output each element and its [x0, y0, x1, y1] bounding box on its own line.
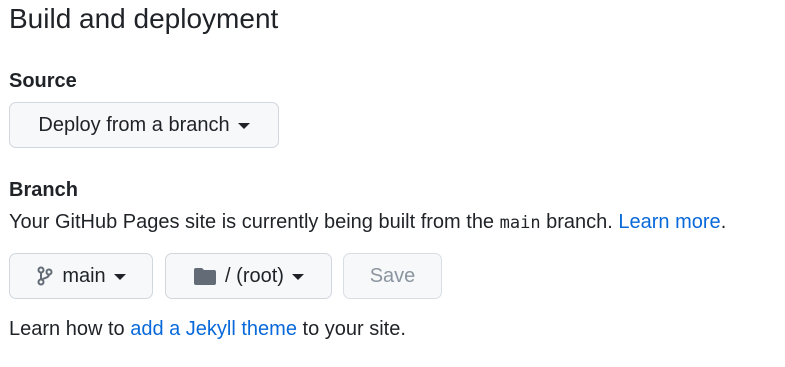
branch-label: Branch: [9, 179, 78, 201]
selected-folder-label: / (root): [225, 265, 284, 287]
branch-select-button[interactable]: main: [9, 253, 153, 299]
caret-down-icon: [237, 123, 250, 129]
source-label: Source: [9, 70, 77, 92]
git-branch-icon: [36, 266, 54, 286]
footer-suffix: to your site.: [296, 318, 406, 340]
folder-icon: [193, 266, 217, 286]
branch-code-name: main: [499, 213, 541, 233]
footer-text: Learn how to add a Jekyll theme to your …: [9, 318, 406, 340]
branch-description-period: .: [720, 211, 727, 233]
caret-down-icon: [113, 274, 126, 280]
footer-prefix: Learn how to: [9, 318, 131, 340]
branch-description: Your GitHub Pages site is currently bein…: [9, 211, 726, 234]
section-title: Build and deployment: [9, 3, 279, 34]
folder-select-button[interactable]: / (root): [165, 253, 332, 299]
learn-more-link[interactable]: Learn more: [618, 211, 720, 233]
source-dropdown-button[interactable]: Deploy from a branch: [9, 102, 279, 148]
save-button[interactable]: Save: [343, 253, 442, 299]
jekyll-theme-link[interactable]: add a Jekyll theme: [130, 318, 297, 340]
selected-branch-label: main: [62, 265, 106, 287]
caret-down-icon: [291, 274, 304, 280]
source-selected-value: Deploy from a branch: [38, 114, 230, 136]
branch-description-prefix: Your GitHub Pages site is currently bein…: [9, 211, 500, 233]
branch-description-suffix: branch.: [540, 211, 619, 233]
